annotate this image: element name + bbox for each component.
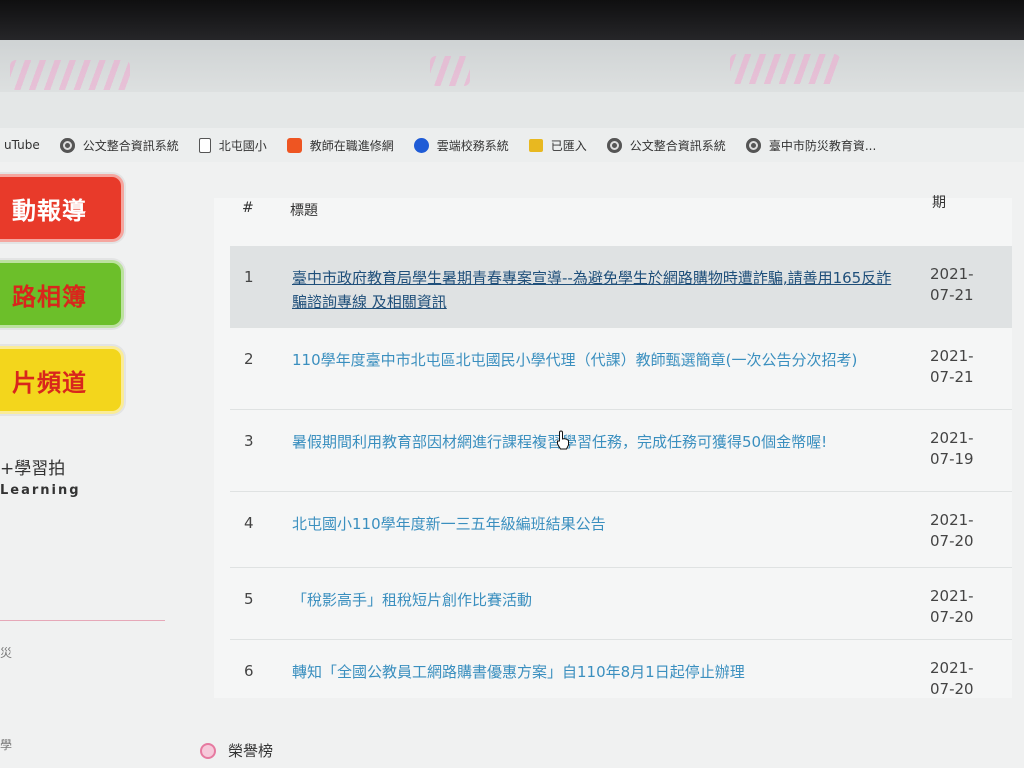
bookmark-teacher-training[interactable]: 教師在職進修網 bbox=[286, 137, 394, 154]
sidebar-divider bbox=[0, 620, 165, 621]
table-row: 6 轉知「全國公教員工網路購書優惠方案」自110年8月1日起停止辦理 2021-… bbox=[230, 640, 1012, 712]
announcement-panel: # 標題 期 1 臺中市政府教育局學生暑期青春專案宣導--為避免學生於網路購物時… bbox=[214, 195, 1012, 698]
row-number: 5 bbox=[244, 590, 254, 608]
sidebar: 動報導 路相簿 片頻道 +學習拍 Learning 災 學 網 bbox=[0, 162, 170, 768]
row-number: 3 bbox=[244, 432, 254, 450]
blue-icon bbox=[413, 137, 429, 153]
hand-cursor-icon bbox=[557, 430, 569, 450]
honor-title: 榮譽榜 bbox=[228, 742, 274, 760]
sidebar-button-label: 路相簿 bbox=[12, 282, 87, 311]
announcement-link[interactable]: 「稅影高手」租稅短片創作比賽活動 bbox=[292, 588, 892, 612]
sidebar-button-news[interactable]: 動報導 bbox=[0, 174, 124, 242]
announcement-link[interactable]: 臺中市政府教育局學生暑期青春專案宣導--為避免學生於網路購物時遭詐騙,請善用16… bbox=[292, 266, 892, 314]
bookmark-label: 公文整合資訊系統 bbox=[82, 138, 179, 153]
row-date: 2021-07-21 bbox=[930, 265, 974, 304]
table-row: 4 北屯國小110學年度新一三五年級編班結果公告 2021-07-20 bbox=[230, 492, 1012, 568]
elearning-subtitle: Learning bbox=[0, 483, 81, 498]
bookmark-disaster-education[interactable]: 臺中市防災教育資... bbox=[745, 137, 877, 154]
page-icon bbox=[198, 137, 211, 153]
flower-icon bbox=[200, 742, 216, 759]
table-row: 5 「稅影高手」租稅短片創作比賽活動 2021-07-20 bbox=[230, 568, 1012, 640]
row-number: 2 bbox=[244, 350, 254, 368]
elearning-title: +學習拍 bbox=[0, 459, 66, 479]
row-number: 6 bbox=[244, 662, 254, 680]
row-date: 2021-07-20 bbox=[930, 587, 974, 626]
sidebar-button-album[interactable]: 路相簿 bbox=[0, 260, 124, 328]
honor-section-header[interactable]: 榮譽榜 bbox=[200, 740, 273, 761]
globe-icon bbox=[745, 137, 761, 153]
bookmark-label: 臺中市防災教育資... bbox=[768, 138, 877, 153]
sidebar-button-video[interactable]: 片頻道 bbox=[0, 346, 124, 414]
globe-icon bbox=[59, 137, 75, 153]
announcement-link[interactable]: 110學年度臺中市北屯區北屯國民小學代理（代課）教師甄選簡章(一次公告分次招考) bbox=[292, 348, 892, 372]
header-date: 期 bbox=[932, 195, 946, 211]
folder-icon bbox=[528, 138, 543, 152]
bookmark-label: uTube bbox=[4, 138, 40, 152]
sidebar-button-label: 動報導 bbox=[12, 196, 87, 225]
table-header: # 標題 期 bbox=[214, 184, 1012, 226]
orange-icon bbox=[286, 137, 302, 153]
row-date: 2021-07-20 bbox=[930, 511, 974, 550]
bookmark-label: 已匯入 bbox=[550, 138, 587, 153]
row-number: 4 bbox=[244, 514, 254, 532]
bookmark-cloud-school-system[interactable]: 雲端校務系統 bbox=[413, 137, 509, 154]
row-date: 2021-07-20 bbox=[930, 659, 974, 698]
announcement-link[interactable]: 暑假期間利用教育部因材網進行課程複習學習任務，完成任務可獲得50個金幣喔! bbox=[292, 430, 892, 454]
page-content: 動報導 路相簿 片頻道 +學習拍 Learning 災 學 網 # 標題 期 bbox=[0, 162, 1024, 768]
sidebar-text[interactable]: 災 bbox=[0, 644, 12, 661]
announcement-link[interactable]: 北屯國小110學年度新一三五年級編班結果公告 bbox=[292, 512, 892, 536]
table-row: 2 110學年度臺中市北屯區北屯國民小學代理（代課）教師甄選簡章(一次公告分次招… bbox=[230, 328, 1012, 410]
globe-icon bbox=[606, 137, 622, 153]
elearning-logo[interactable]: +學習拍 Learning bbox=[0, 454, 81, 498]
bookmark-folder-imported[interactable]: 已匯入 bbox=[528, 137, 587, 154]
sidebar-button-label: 片頻道 bbox=[12, 368, 87, 397]
header-title: 標題 bbox=[290, 203, 318, 219]
row-date: 2021-07-21 bbox=[930, 347, 974, 386]
bookmark-youtube[interactable]: uTube bbox=[4, 138, 40, 152]
header-number: # bbox=[242, 200, 254, 216]
row-date: 2021-07-19 bbox=[930, 429, 974, 468]
table-row: 1 臺中市政府教育局學生暑期青春專案宣導--為避免學生於網路購物時遭詐騙,請善用… bbox=[230, 246, 1012, 328]
bookmark-label: 公文整合資訊系統 bbox=[629, 138, 726, 153]
announcement-link[interactable]: 轉知「全國公教員工網路購書優惠方案」自110年8月1日起停止辦理 bbox=[292, 660, 892, 684]
bookmark-label: 雲端校務系統 bbox=[436, 138, 509, 153]
sidebar-text[interactable]: 學 bbox=[0, 736, 12, 753]
bookmark-label: 教師在職進修網 bbox=[309, 138, 394, 153]
browser-screen: uTube 公文整合資訊系統 北屯國小 教師在職進修網 雲端校務系統 已匯入 公… bbox=[0, 40, 1024, 768]
browser-tab-strip bbox=[0, 40, 1024, 92]
bookmarks-bar: uTube 公文整合資訊系統 北屯國小 教師在職進修網 雲端校務系統 已匯入 公… bbox=[0, 128, 1024, 162]
bookmark-label: 北屯國小 bbox=[218, 138, 267, 153]
bookmark-document-system[interactable]: 公文整合資訊系統 bbox=[59, 137, 179, 154]
row-number: 1 bbox=[244, 268, 254, 286]
table-row: 3 暑假期間利用教育部因材網進行課程複習學習任務，完成任務可獲得50個金幣喔! … bbox=[230, 410, 1012, 492]
bookmark-document-system-2[interactable]: 公文整合資訊系統 bbox=[606, 137, 726, 154]
bookmark-beitun-school[interactable]: 北屯國小 bbox=[198, 137, 267, 154]
